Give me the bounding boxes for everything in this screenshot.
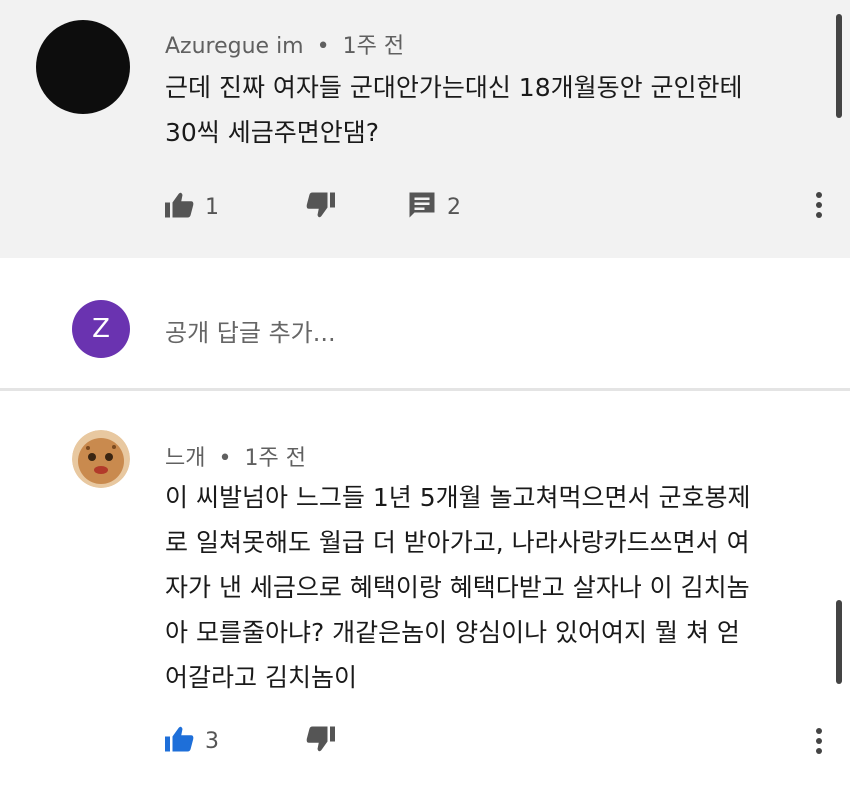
comment-line: 아 모를줄아냐? 개같은놈이 양심이나 있어여지 뭘 쳐 얻	[165, 618, 740, 647]
scrollbar[interactable]	[836, 600, 842, 684]
comments-screen: Azuregue im • 1주 전 근데 진짜 여자들 군대안가는대신 18개…	[0, 0, 850, 812]
like-count: 1	[205, 194, 219, 220]
scrollbar[interactable]	[836, 14, 842, 118]
comment-line: 자가 낸 세금으로 혜택이랑 혜택다받고 살자나 이 김치놈	[165, 573, 750, 602]
comment-actions: 3	[165, 725, 335, 757]
reply-input[interactable]: 공개 답글 추가...	[165, 313, 336, 348]
comment-actions: 1 2	[165, 190, 461, 224]
avatar[interactable]	[72, 430, 130, 488]
timestamp[interactable]: 1주 전	[244, 446, 305, 471]
comment-line: 어갈라고 김치놈이	[165, 663, 357, 692]
comment-line: 이 씨발넘아 느그들 1년 5개월 놀고쳐먹으면서 군호봉제	[165, 483, 751, 512]
author-name[interactable]: Azuregue im	[165, 34, 304, 59]
avatar-letter: Z	[92, 314, 110, 344]
like-icon[interactable]	[165, 191, 195, 223]
comment-meta: Azuregue im • 1주 전	[165, 28, 404, 60]
comment-text: 이 씨발넘아 느그들 1년 5개월 놀고쳐먹으면서 군호봉제 로 일쳐못해도 월…	[165, 475, 751, 700]
like-count: 3	[205, 728, 219, 754]
author-name[interactable]: 느개	[165, 446, 205, 471]
more-options-icon[interactable]	[815, 728, 823, 758]
comment-line: 로 일쳐못해도 월급 더 받아가고, 나라사랑카드쓰면서 여	[165, 528, 750, 557]
comment-text: 근데 진짜 여자들 군대안가는대신 18개월동안 군인한테 30씩 세금주면안댐…	[165, 65, 743, 155]
comment-meta: 느개 • 1주 전	[165, 440, 306, 472]
meta-separator: •	[218, 446, 232, 471]
comment-line: 30씩 세금주면안댐?	[165, 118, 380, 147]
divider	[0, 388, 850, 391]
dislike-icon[interactable]	[305, 191, 335, 223]
dislike-icon[interactable]	[305, 725, 335, 757]
avatar[interactable]	[36, 20, 130, 114]
reply-count[interactable]: 2	[447, 195, 461, 220]
comment-line: 근데 진짜 여자들 군대안가는대신 18개월동안 군인한테	[165, 73, 743, 102]
timestamp[interactable]: 1주 전	[343, 34, 404, 59]
like-icon[interactable]	[165, 725, 195, 757]
reply-icon[interactable]	[407, 190, 437, 224]
more-options-icon[interactable]	[815, 192, 823, 222]
user-avatar[interactable]: Z	[72, 300, 130, 358]
meta-separator: •	[316, 34, 330, 59]
